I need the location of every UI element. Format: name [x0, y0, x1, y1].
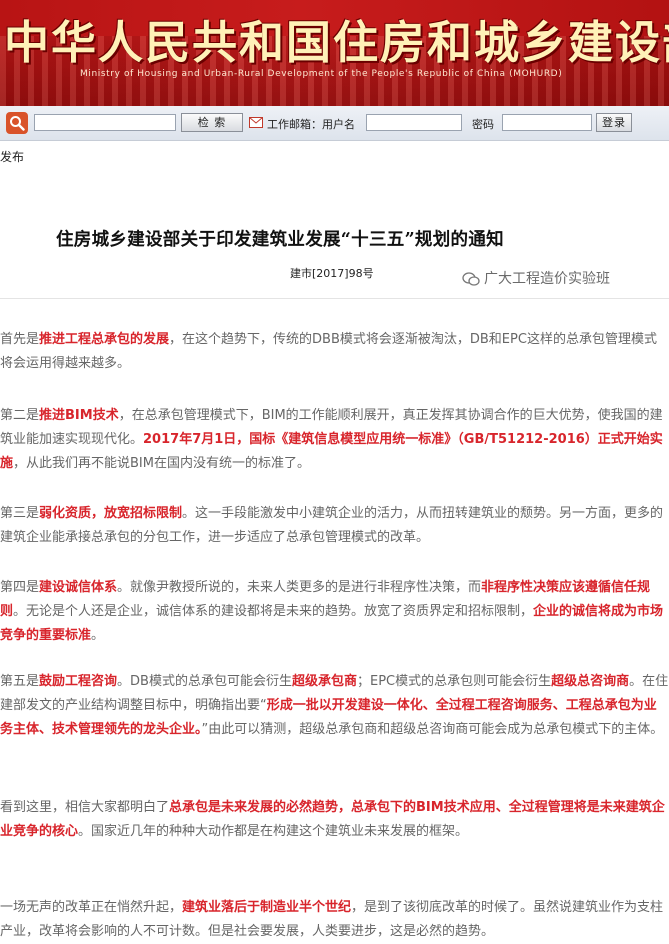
highlight: 弱化资质，放宽招标限制 — [39, 506, 183, 521]
banner-subtitle: Ministry of Housing and Urban-Rural Deve… — [80, 69, 563, 79]
highlight: 超级承包商 — [291, 674, 357, 689]
search-input[interactable] — [34, 114, 176, 131]
banner-title: 中华人民共和国住房和城乡建设部 — [4, 16, 669, 69]
paragraph-3: 第三是弱化资质，放宽招标限制。这一手段能激发中小建筑企业的活力，从而扭转建筑业的… — [0, 502, 669, 550]
highlight: 超级总咨询商 — [551, 674, 630, 689]
watermark-text: 广大工程造价实验班 — [484, 271, 610, 287]
text: 。无论是个人还是企业，诚信体系的建设都将是未来的趋势。放宽了资质界定和招标限制， — [13, 604, 534, 619]
highlight: 鼓励工程咨询 — [39, 674, 118, 689]
password-label: 密码 — [472, 118, 494, 131]
password-input[interactable] — [502, 114, 592, 131]
text: 一场无声的改革正在悄然升起， — [0, 900, 183, 915]
email-username-input[interactable] — [366, 114, 462, 131]
paragraph-1: 首先是推进工程总承包的发展，在这个趋势下，传统的DBB模式将会逐渐被淘汰，DB和… — [0, 328, 669, 376]
text: 第五是 — [0, 674, 40, 689]
login-button[interactable]: 登录 — [596, 113, 632, 132]
search-icon[interactable] — [6, 112, 28, 134]
highlight: 建设诚信体系 — [39, 580, 118, 595]
paragraph-5: 第五是鼓励工程咨询。DB模式的总承包可能会衍生超级承包商；EPC模式的总承包则可… — [0, 670, 669, 742]
search-button[interactable]: 检 索 — [181, 113, 243, 132]
mail-icon — [249, 117, 263, 128]
email-username-label: 工作邮箱：用户名 — [267, 118, 355, 131]
text: 。DB模式的总承包可能会衍生 — [117, 674, 292, 689]
text: 第四是 — [0, 580, 40, 595]
document-number: 建市[2017]98号 — [290, 267, 374, 280]
text: ，从此我们再不能说BIM在国内没有统一的标准了。 — [13, 456, 310, 471]
highlight: 推进工程总承包的发展 — [39, 332, 170, 347]
text: 。国家近几年的种种大动作都是在构建这个建筑业未来发展的框架。 — [78, 824, 469, 839]
text: ”由此可以猜测，超级总承包商和超级总咨询商可能会成为总承包模式下的主体。 — [201, 722, 664, 737]
notice-title: 住房城乡建设部关于印发建筑业发展“十三五”规划的通知 — [56, 230, 504, 250]
text: 。 — [91, 628, 105, 643]
search-login-toolbar: 检 索 工作邮箱：用户名 密码 登录 — [0, 106, 669, 141]
text: 看到这里，相信大家都明白了 — [0, 800, 170, 815]
notice-card: 住房城乡建设部关于印发建筑业发展“十三五”规划的通知 建市[2017]98号 广… — [0, 188, 669, 299]
text: 首先是 — [0, 332, 40, 347]
text: 第三是 — [0, 506, 40, 521]
publish-link[interactable]: 发布 — [0, 148, 24, 165]
ministry-banner: 中华人民共和国住房和城乡建设部 Ministry of Housing and … — [0, 0, 669, 106]
wechat-icon — [462, 272, 480, 286]
paragraph-4: 第四是建设诚信体系。就像尹教授所说的，未来人类更多的是进行非程序性决策，而非程序… — [0, 576, 669, 648]
paragraph-6: 看到这里，相信大家都明白了总承包是未来发展的必然趋势，总承包下的BIM技术应用、… — [0, 796, 669, 844]
text: 。就像尹教授所说的，未来人类更多的是进行非程序性决策，而 — [117, 580, 482, 595]
highlight: 推进BIM技术 — [39, 408, 119, 423]
wechat-watermark: 广大工程造价实验班 — [462, 268, 610, 288]
text: ；EPC模式的总承包则可能会衍生 — [356, 674, 552, 689]
paragraph-7: 一场无声的改革正在悄然升起，建筑业落后于制造业半个世纪，是到了该彻底改革的时候了… — [0, 896, 669, 944]
paragraph-2: 第二是推进BIM技术，在总承包管理模式下，BIM的工作能顺利展开，真正发挥其协调… — [0, 404, 669, 476]
highlight: 建筑业落后于制造业半个世纪 — [182, 900, 352, 915]
text: 第二是 — [0, 408, 40, 423]
